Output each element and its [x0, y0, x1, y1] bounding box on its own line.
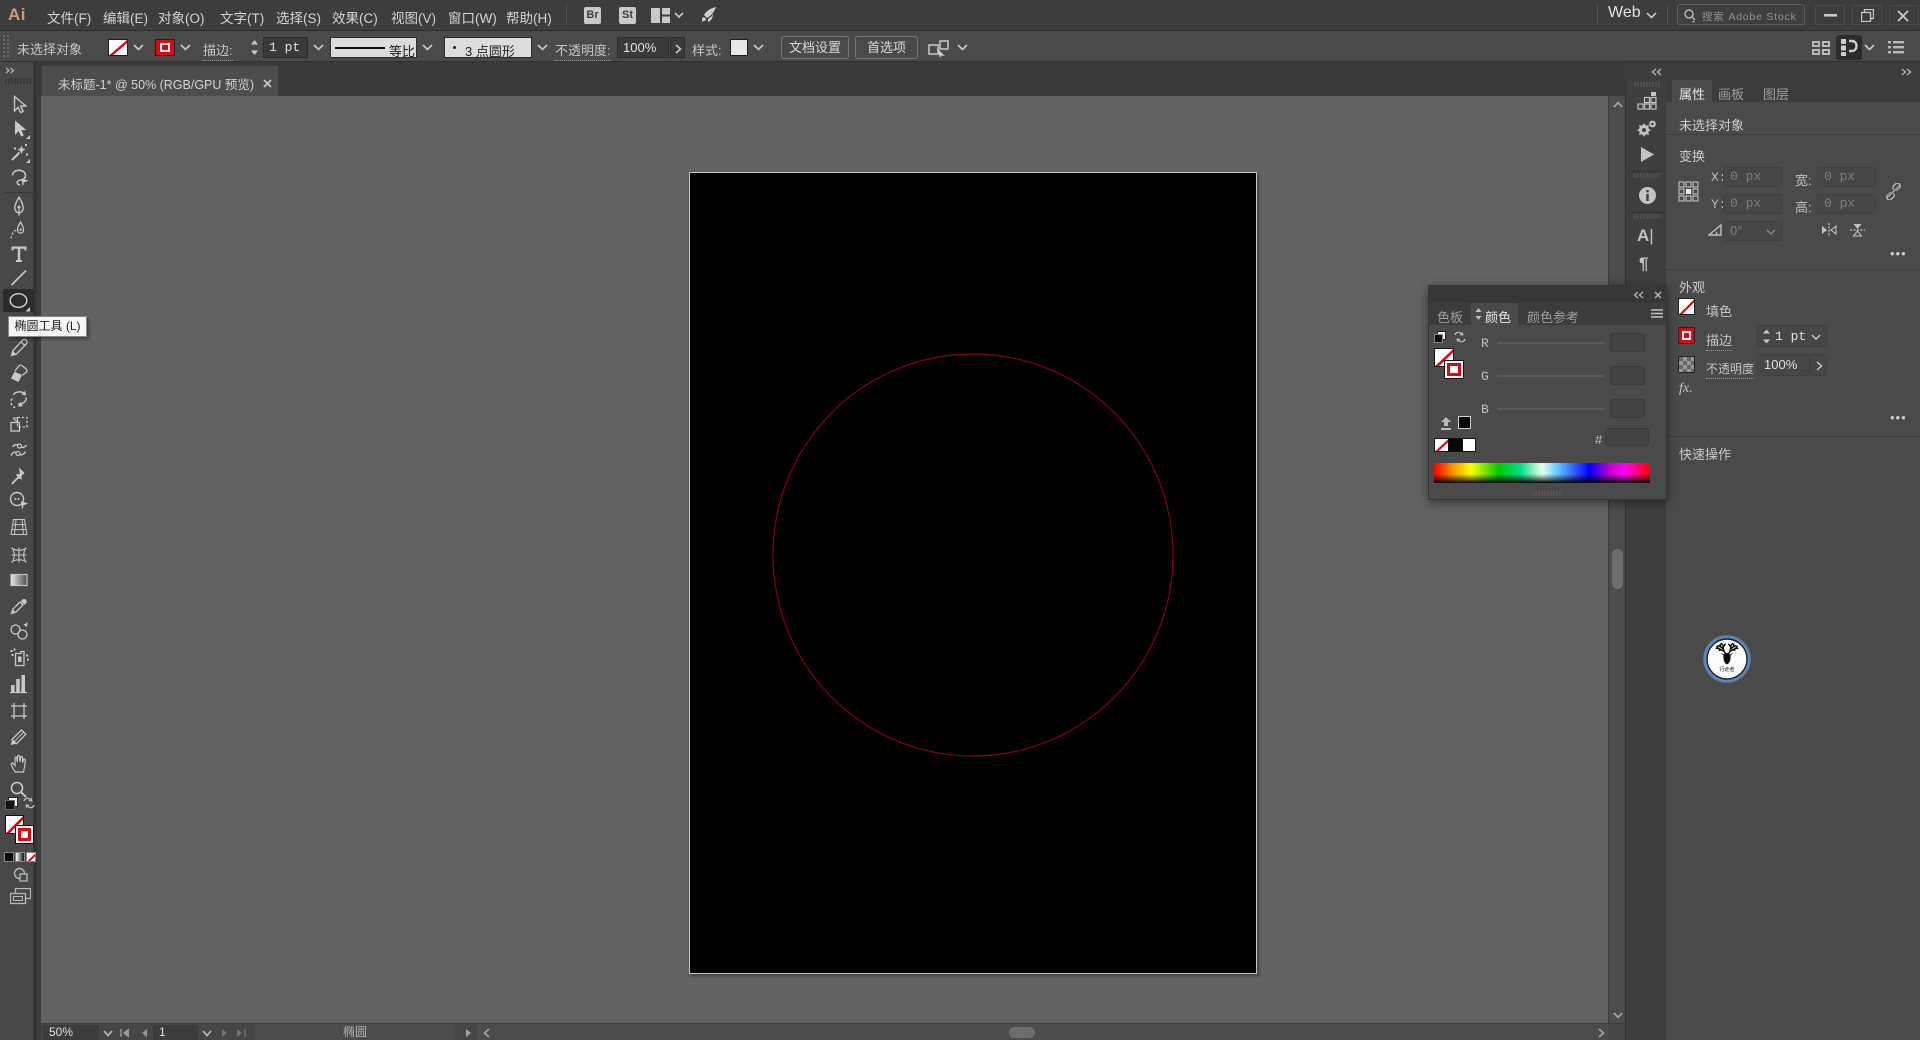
- svg-text:行走者: 行走者: [1719, 666, 1734, 673]
